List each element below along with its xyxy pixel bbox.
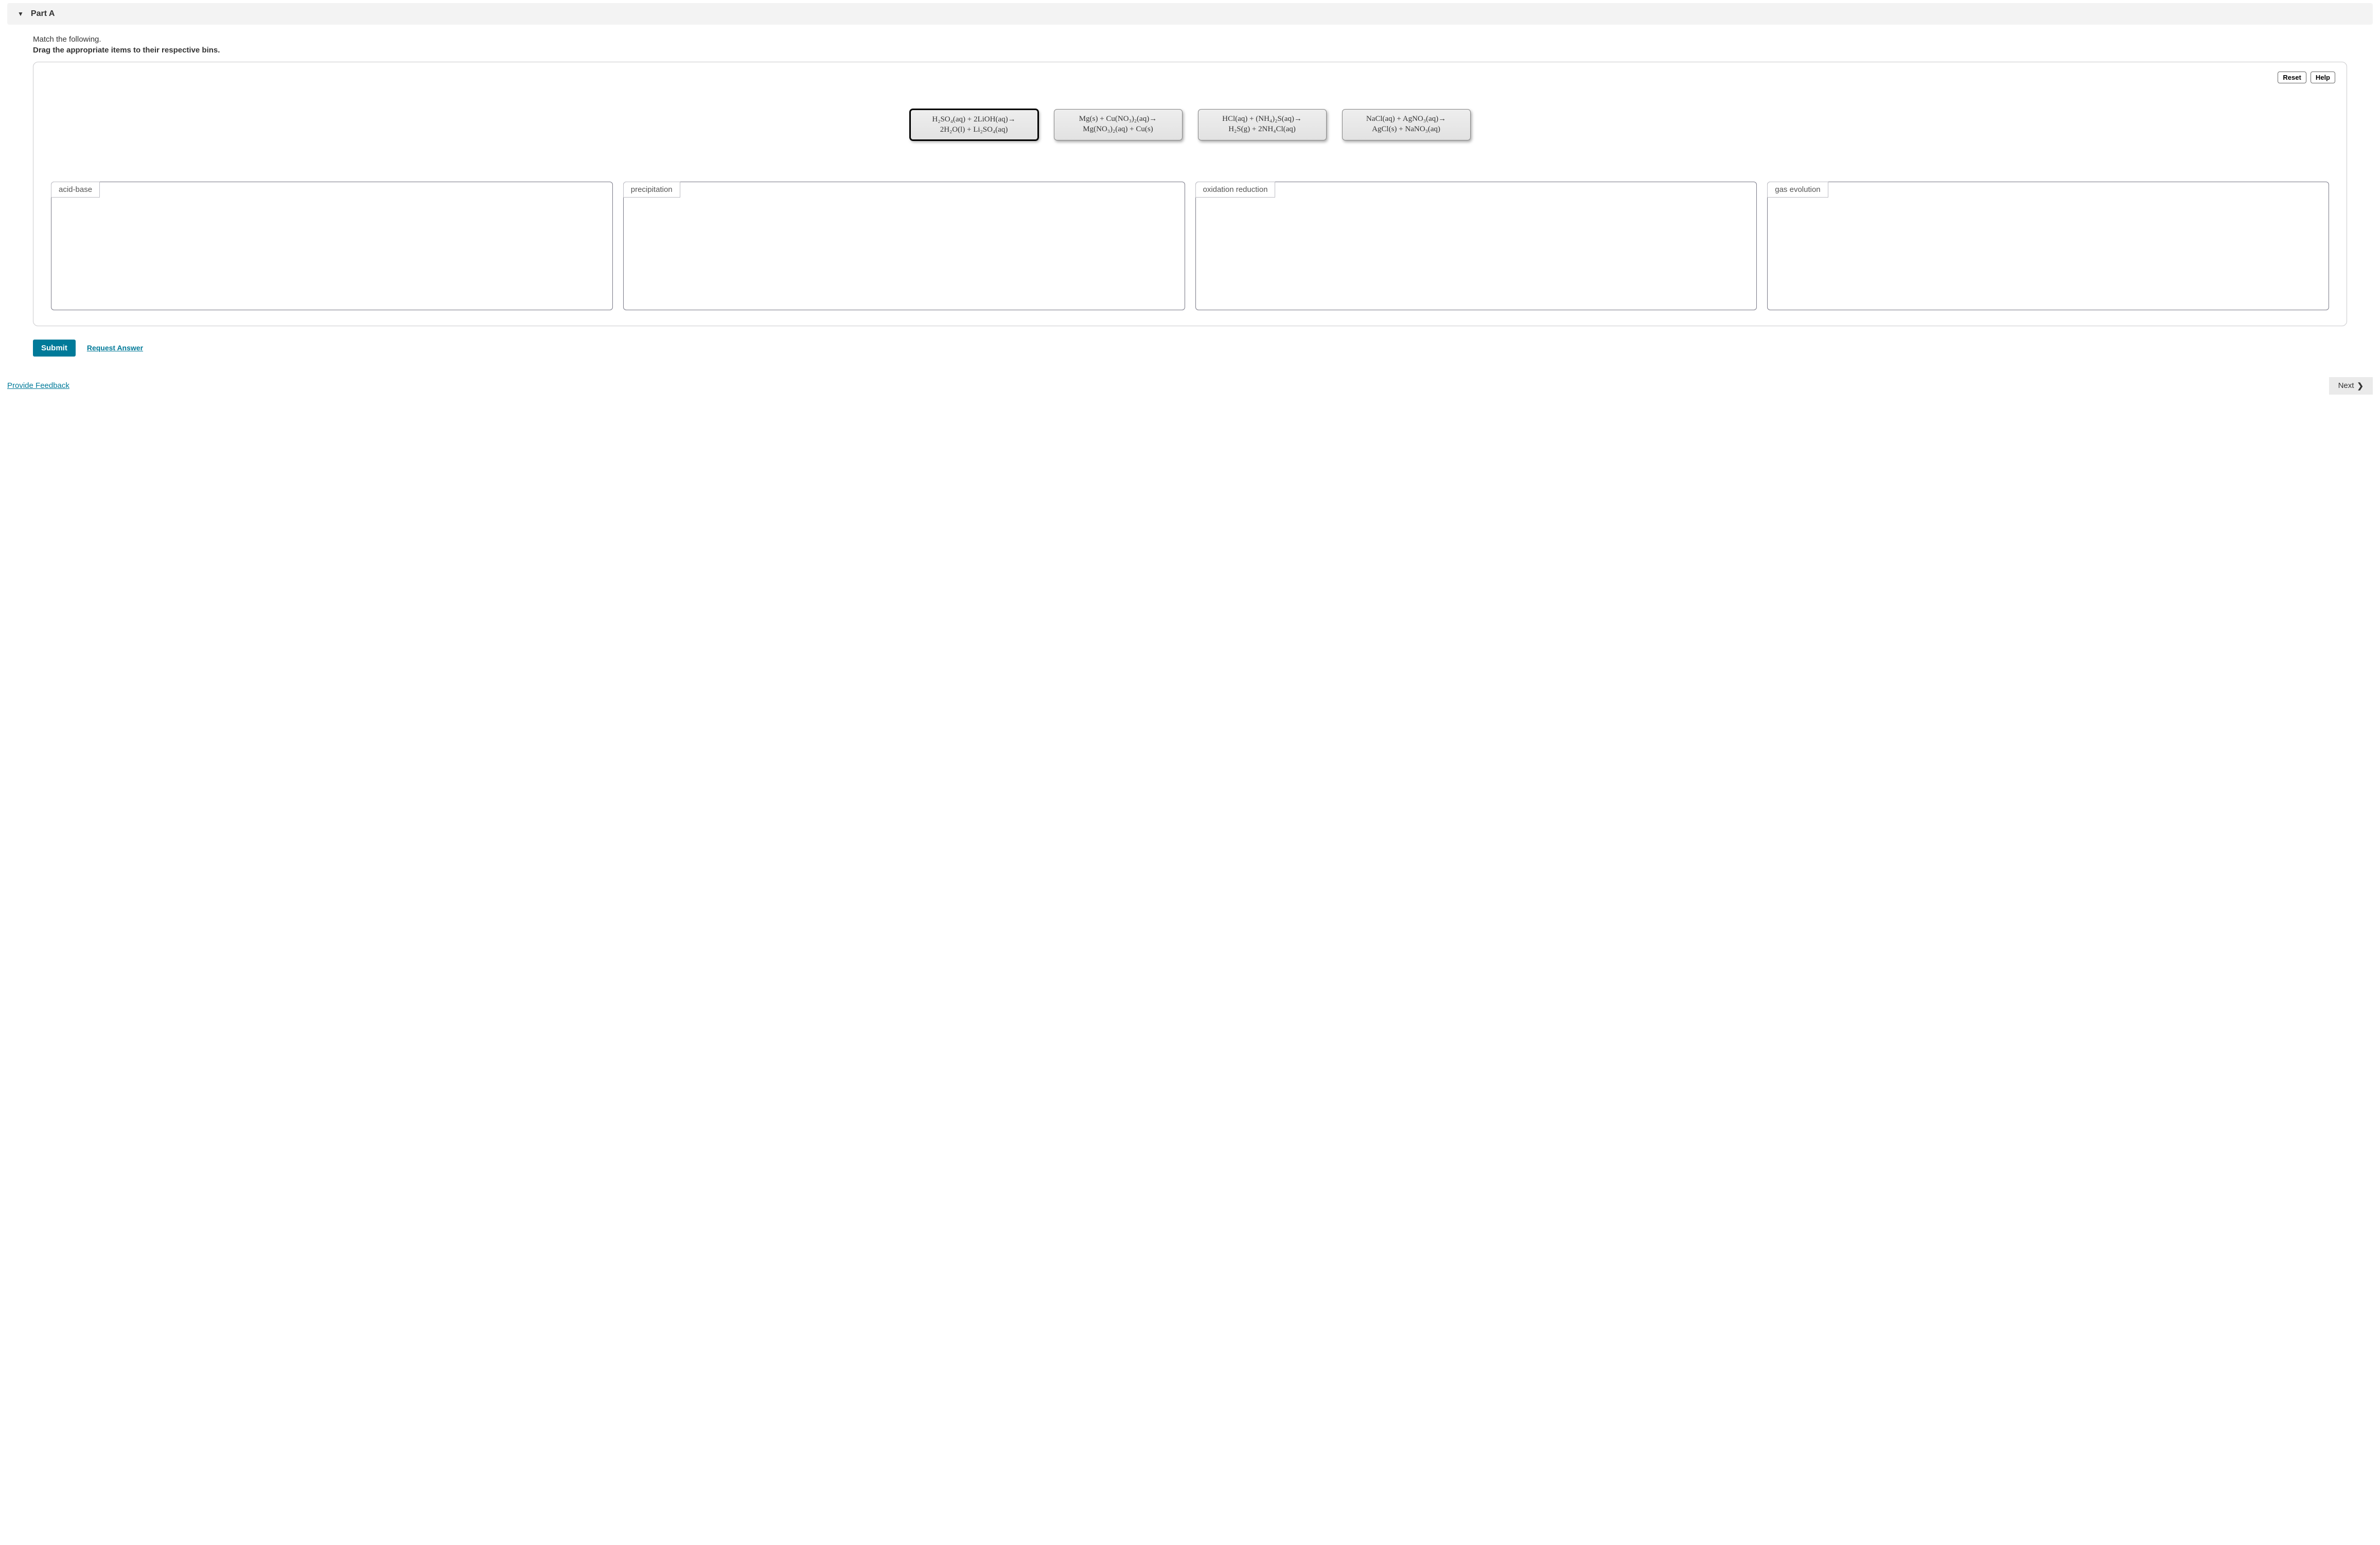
request-answer-link[interactable]: Request Answer — [87, 344, 143, 352]
next-button[interactable]: Next ❯ — [2329, 377, 2373, 395]
bin-label: precipitation — [623, 182, 680, 198]
bin-acid-base[interactable]: acid-base — [51, 182, 613, 310]
bin-gas-evolution[interactable]: gas evolution — [1767, 182, 2329, 310]
workspace-toolbar: Reset Help — [45, 72, 2335, 83]
part-title: Part A — [31, 9, 55, 19]
reset-button[interactable]: Reset — [2278, 72, 2306, 83]
action-row: Submit Request Answer — [33, 340, 2347, 357]
provide-feedback-link[interactable]: Provide Feedback — [7, 381, 69, 390]
tile-products: Mg(NO₃)₂(aq) + Cu(s) — [1061, 124, 1176, 134]
next-label: Next — [2338, 381, 2354, 390]
bin-precipitation[interactable]: precipitation — [623, 182, 1185, 310]
draggable-tiles-row: H₂SO₄(aq) + 2LiOH(aq)→ 2H₂O(l) + Li₂SO₄(… — [45, 109, 2335, 140]
part-header[interactable]: ▼ Part A — [7, 3, 2373, 25]
reaction-tile[interactable]: NaCl(aq) + AgNO₃(aq)→ AgCl(s) + NaNO₃(aq… — [1342, 109, 1471, 140]
bins-row: acid-base precipitation oxidation reduct… — [45, 182, 2335, 310]
help-button[interactable]: Help — [2311, 72, 2335, 83]
workspace: Reset Help H₂SO₄(aq) + 2LiOH(aq)→ 2H₂O(l… — [33, 62, 2347, 326]
bin-label: oxidation reduction — [1195, 182, 1276, 198]
bin-label: gas evolution — [1767, 182, 1828, 198]
tile-reactants: HCl(aq) + (NH₄)₂S(aq)→ — [1205, 114, 1320, 124]
tile-reactants: H₂SO₄(aq) + 2LiOH(aq)→ — [917, 114, 1031, 125]
tile-products: AgCl(s) + NaNO₃(aq) — [1349, 124, 1464, 134]
instructions-line-1: Match the following. — [33, 35, 2347, 44]
instructions-line-2: Drag the appropriate items to their resp… — [33, 46, 2347, 55]
reaction-tile[interactable]: H₂SO₄(aq) + 2LiOH(aq)→ 2H₂O(l) + Li₂SO₄(… — [910, 109, 1038, 140]
content-area: Match the following. Drag the appropriat… — [0, 25, 2380, 362]
chevron-right-icon: ❯ — [2357, 381, 2364, 390]
footer: Provide Feedback Next ❯ — [0, 362, 2380, 405]
reaction-tile[interactable]: HCl(aq) + (NH₄)₂S(aq)→ H₂S(g) + 2NH₄Cl(a… — [1198, 109, 1327, 140]
submit-button[interactable]: Submit — [33, 340, 76, 357]
bin-label: acid-base — [51, 182, 100, 198]
collapse-icon: ▼ — [17, 10, 24, 17]
tile-reactants: Mg(s) + Cu(NO₃)₂(aq)→ — [1061, 114, 1176, 124]
tile-products: H₂S(g) + 2NH₄Cl(aq) — [1205, 124, 1320, 134]
reaction-tile[interactable]: Mg(s) + Cu(NO₃)₂(aq)→ Mg(NO₃)₂(aq) + Cu(… — [1054, 109, 1183, 140]
tile-products: 2H₂O(l) + Li₂SO₄(aq) — [917, 125, 1031, 135]
tile-reactants: NaCl(aq) + AgNO₃(aq)→ — [1349, 114, 1464, 124]
bin-oxidation-reduction[interactable]: oxidation reduction — [1195, 182, 1757, 310]
